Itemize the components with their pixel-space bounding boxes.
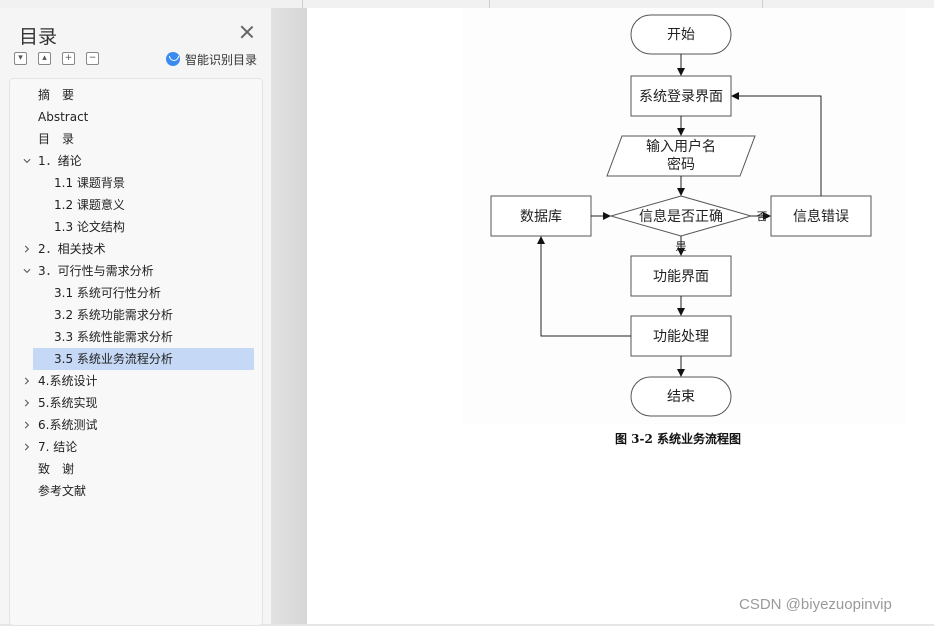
watermark: CSDN @biyezuopinvip — [739, 596, 892, 613]
start-label: 开始 — [667, 27, 695, 43]
check-label: 信息是否正确 — [639, 208, 723, 225]
arrow-proc-db — [537, 236, 631, 337]
func-proc-label: 功能处理 — [653, 329, 709, 345]
no-label: 否 — [757, 210, 768, 223]
login-label: 系统登录界面 — [639, 89, 723, 105]
end-label: 结束 — [667, 389, 695, 405]
input-label-1: 输入用户名 — [646, 138, 716, 155]
database-label: 数据库 — [520, 209, 562, 225]
figure-caption: 图 3-2 系统业务流程图 — [615, 432, 742, 446]
func-ui-label: 功能界面 — [653, 269, 709, 285]
flowchart: 开始 系统登录界面 输入用户名 密码 信息是否正确 数据库 信息错误 功能界面 … — [490, 14, 872, 417]
yes-label: 是 — [676, 240, 687, 253]
error-label: 信息错误 — [793, 208, 849, 225]
input-label-2: 密码 — [667, 156, 695, 173]
